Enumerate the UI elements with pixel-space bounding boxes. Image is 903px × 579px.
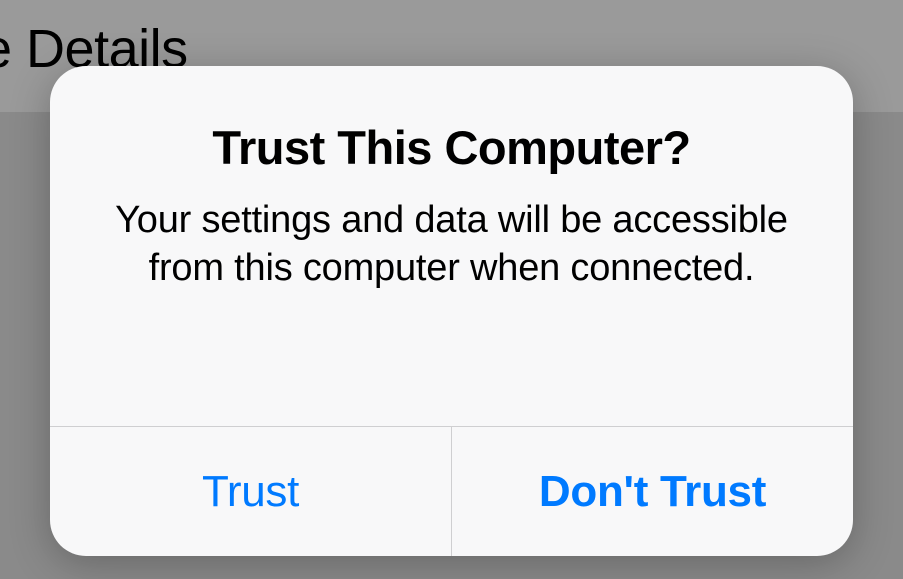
trust-button[interactable]: Trust bbox=[50, 427, 452, 556]
trust-alert-dialog: Trust This Computer? Your settings and d… bbox=[50, 66, 853, 556]
alert-content: Trust This Computer? Your settings and d… bbox=[50, 66, 853, 426]
alert-button-row: Trust Don't Trust bbox=[50, 426, 853, 556]
dont-trust-button[interactable]: Don't Trust bbox=[452, 427, 853, 556]
alert-message: Your settings and data will be accessibl… bbox=[112, 197, 792, 292]
alert-title: Trust This Computer? bbox=[212, 120, 690, 175]
